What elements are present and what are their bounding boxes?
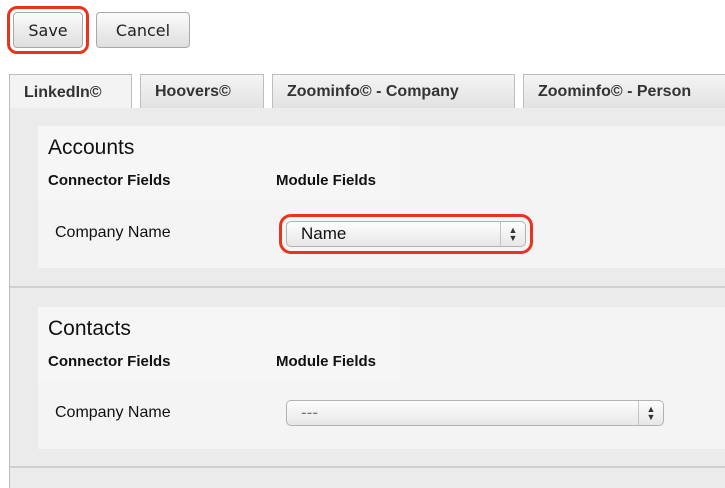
tab-zoominfo-company[interactable]: Zoominfo© - Company — [272, 74, 515, 108]
section-divider — [10, 466, 725, 468]
connector-tabs: LinkedIn© Hoovers© Zoominfo© - Company Z… — [9, 74, 725, 110]
module-field-select[interactable]: Name ▲ ▼ — [279, 214, 533, 254]
section-title: Contacts — [48, 317, 131, 340]
cancel-button[interactable]: Cancel — [96, 12, 190, 48]
field-label: Company Name — [55, 404, 171, 421]
select-value: Name — [301, 224, 347, 243]
select-arrows-icon: ▲ ▼ — [638, 401, 663, 425]
accounts-section: Accounts Connector Fields Module Fields … — [38, 126, 725, 268]
section-divider — [10, 286, 725, 288]
accounts-header: Accounts Connector Fields Module Fields — [38, 126, 400, 200]
contacts-section: Contacts Connector Fields Module Fields … — [38, 307, 725, 449]
select-arrows-icon: ▲ ▼ — [500, 222, 525, 246]
module-fields-header: Module Fields — [276, 172, 377, 189]
mapping-panel: Accounts Connector Fields Module Fields … — [9, 108, 725, 488]
connector-fields-header: Connector Fields — [48, 172, 171, 189]
module-field-select[interactable]: --- ▲ ▼ — [286, 400, 664, 426]
select-value: --- — [301, 403, 318, 422]
tab-zoominfo-person[interactable]: Zoominfo© - Person — [523, 74, 725, 108]
connector-fields-header: Connector Fields — [48, 353, 171, 370]
field-label: Company Name — [55, 224, 171, 241]
tab-hoovers[interactable]: Hoovers© — [140, 74, 264, 108]
section-title: Accounts — [48, 136, 135, 159]
contacts-header: Contacts Connector Fields Module Fields — [38, 307, 400, 381]
save-button[interactable]: Save — [7, 6, 89, 54]
tab-linkedin[interactable]: LinkedIn© — [9, 74, 132, 110]
module-fields-header: Module Fields — [276, 353, 377, 370]
